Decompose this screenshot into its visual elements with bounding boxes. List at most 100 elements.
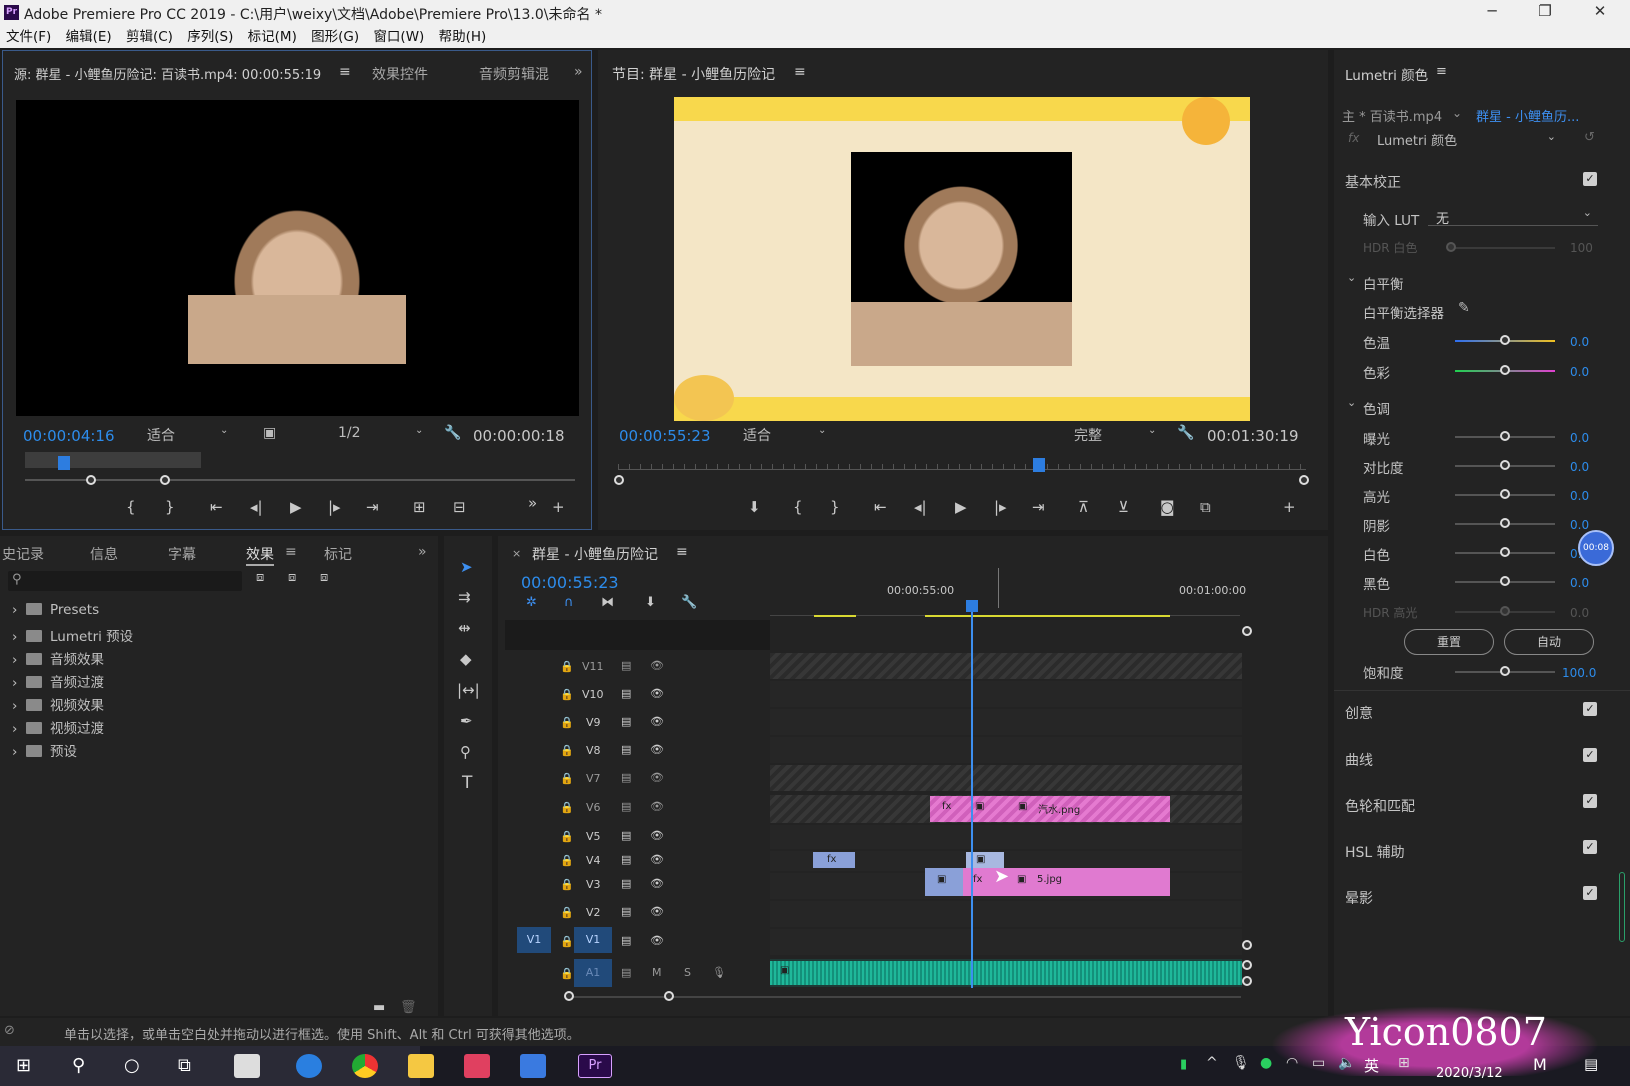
tree-item-custom-presets[interactable]: › 预设 bbox=[12, 740, 77, 760]
selection-tool-icon[interactable]: ➤ bbox=[460, 558, 473, 576]
ime-indicator[interactable]: 英 bbox=[1364, 1055, 1379, 1076]
add-button-icon[interactable]: + bbox=[552, 498, 565, 516]
more-tabs-icon[interactable]: » bbox=[418, 544, 427, 560]
zoom-handle[interactable] bbox=[564, 991, 574, 1001]
basic-correction-checkbox[interactable]: ✓ bbox=[1583, 172, 1597, 186]
tab-effect-controls[interactable]: 效果控件 bbox=[372, 64, 428, 84]
mark-out-icon[interactable]: } bbox=[165, 498, 175, 516]
more-icon[interactable]: » bbox=[528, 494, 537, 512]
go-to-out-icon[interactable]: ⇥ bbox=[366, 498, 379, 516]
menu-help[interactable]: 帮助(H) bbox=[439, 26, 487, 48]
program-current-timecode[interactable]: 00:00:55:23 bbox=[619, 427, 711, 445]
lock-icon[interactable]: 🔒 bbox=[560, 801, 574, 814]
tree-item-audio-effects[interactable]: › 音频效果 bbox=[12, 648, 104, 668]
program-ruler[interactable] bbox=[618, 464, 1306, 470]
eye-icon[interactable]: 👁 bbox=[650, 877, 664, 890]
lumetri-menu-icon[interactable]: ≡ bbox=[1436, 64, 1447, 79]
eye-icon[interactable]: 👁 bbox=[650, 800, 664, 813]
add-marker-icon[interactable]: ⬇ bbox=[748, 498, 761, 516]
source-resolution-select[interactable]: 1/2 bbox=[338, 425, 361, 441]
notification-icon[interactable]: ▤ bbox=[1584, 1055, 1598, 1073]
search-icon[interactable]: ⚲ bbox=[72, 1055, 85, 1076]
saturation-value[interactable]: 100.0 bbox=[1562, 666, 1596, 680]
temperature-value[interactable]: 0.0 bbox=[1570, 335, 1589, 349]
tray-app-icon[interactable]: ● bbox=[1260, 1055, 1272, 1071]
section-creative[interactable]: 创意 bbox=[1345, 703, 1373, 723]
timeline-current-timecode[interactable]: 00:00:55:23 bbox=[521, 573, 619, 592]
slip-tool-icon[interactable]: |↔| bbox=[457, 681, 480, 699]
toggle-sync-icon[interactable]: ▤ bbox=[621, 715, 631, 728]
input-lut-select[interactable]: 无 ⌄ bbox=[1428, 206, 1598, 227]
tint-value[interactable]: 0.0 bbox=[1570, 365, 1589, 379]
tree-item-lumetri-presets[interactable]: › Lumetri 预设 bbox=[12, 625, 133, 645]
mark-out-icon[interactable]: } bbox=[830, 498, 840, 516]
lock-icon[interactable]: 🔒 bbox=[560, 716, 574, 729]
lock-icon[interactable]: 🔒 bbox=[560, 906, 574, 919]
play-icon[interactable]: ▶ bbox=[290, 498, 302, 516]
add-button-icon[interactable]: + bbox=[1283, 498, 1296, 516]
source-zoom-select[interactable]: 适合 bbox=[147, 425, 175, 445]
step-back-icon[interactable]: ◂| bbox=[250, 498, 263, 516]
section-hsl[interactable]: HSL 辅助 bbox=[1345, 842, 1405, 862]
reset-button[interactable]: 重置 bbox=[1404, 629, 1494, 655]
tree-item-presets[interactable]: › Presets bbox=[12, 602, 99, 618]
scroll-handle[interactable] bbox=[1242, 960, 1252, 970]
eye-icon[interactable]: 👁 bbox=[650, 829, 664, 842]
mail-icon[interactable]: M bbox=[1533, 1055, 1547, 1074]
menu-edit[interactable]: 编辑(E) bbox=[66, 26, 112, 48]
pen-tool-icon[interactable]: ✒ bbox=[460, 712, 473, 730]
lock-icon[interactable]: 🔒 bbox=[560, 854, 574, 867]
tree-item-video-transitions[interactable]: › 视频过渡 bbox=[12, 717, 104, 737]
tree-item-video-effects[interactable]: › 视频效果 bbox=[12, 694, 104, 714]
menu-markers[interactable]: 标记(M) bbox=[248, 26, 297, 48]
go-to-in-icon[interactable]: ⇤ bbox=[210, 498, 223, 516]
toggle-sync-icon[interactable]: ▤ bbox=[621, 853, 631, 866]
zoom-handle[interactable] bbox=[614, 475, 624, 485]
eye-icon[interactable]: 👁 bbox=[650, 853, 664, 866]
nest-toggle-icon[interactable]: ✲ bbox=[526, 595, 537, 610]
eye-icon[interactable]: 👁 bbox=[650, 743, 664, 756]
program-zoom-select[interactable]: 适合 bbox=[743, 425, 771, 445]
accelerated-effects-icon[interactable]: ⧈ bbox=[256, 570, 264, 585]
slider-knob[interactable] bbox=[1500, 606, 1510, 616]
eye-icon[interactable]: 👁 bbox=[650, 905, 664, 918]
program-playhead[interactable] bbox=[1033, 458, 1045, 472]
source-patch-v1[interactable]: V1 bbox=[517, 927, 551, 953]
timeline-playhead-head[interactable] bbox=[966, 600, 978, 612]
keyboard-icon[interactable]: ⊞ bbox=[1398, 1055, 1410, 1071]
eyedropper-icon[interactable]: ✎ bbox=[1458, 300, 1470, 316]
eye-icon[interactable]: 👁 bbox=[650, 659, 664, 672]
insert-icon[interactable]: ⊞ bbox=[413, 498, 426, 516]
taskbar-date[interactable]: 2020/3/12 bbox=[1436, 1066, 1503, 1081]
chrome-icon[interactable] bbox=[352, 1054, 378, 1078]
tab-program[interactable]: 节目: 群星 - 小鲤鱼历险记 bbox=[612, 64, 775, 84]
timeline-clip[interactable]: fx bbox=[813, 852, 855, 868]
go-to-out-icon[interactable]: ⇥ bbox=[1032, 498, 1045, 516]
blacks-value[interactable]: 0.0 bbox=[1570, 576, 1589, 590]
more-tabs-icon[interactable]: » bbox=[574, 64, 583, 80]
play-icon[interactable]: ▶ bbox=[955, 498, 967, 516]
exposure-value[interactable]: 0.0 bbox=[1570, 431, 1589, 445]
tab-effects[interactable]: 效果 bbox=[246, 544, 274, 566]
track-label[interactable]: A1 bbox=[574, 959, 612, 987]
solo-icon[interactable]: S bbox=[684, 966, 691, 979]
premiere-taskbar-icon[interactable]: Pr bbox=[578, 1054, 612, 1078]
close-tab-icon[interactable]: × bbox=[512, 547, 521, 560]
creative-checkbox[interactable]: ✓ bbox=[1583, 702, 1597, 716]
menu-file[interactable]: 文件(F) bbox=[6, 26, 51, 48]
source-zoom-bar[interactable] bbox=[25, 479, 575, 481]
zoom-handle[interactable] bbox=[86, 475, 96, 485]
timeline-ruler[interactable] bbox=[770, 600, 1240, 616]
32bit-effects-icon[interactable]: ⧈ bbox=[288, 570, 296, 585]
close-icon[interactable]: ✕ bbox=[1585, 2, 1615, 24]
toggle-sync-icon[interactable]: ▤ bbox=[621, 659, 631, 672]
ripple-edit-tool-icon[interactable]: ⇹ bbox=[458, 619, 471, 637]
eye-icon[interactable]: 👁 bbox=[650, 771, 664, 784]
type-tool-icon[interactable]: T bbox=[462, 773, 472, 793]
program-menu-icon[interactable]: ≡ bbox=[794, 64, 806, 80]
auto-button[interactable]: 自动 bbox=[1504, 629, 1594, 655]
hsl-checkbox[interactable]: ✓ bbox=[1583, 840, 1597, 854]
app-icon[interactable] bbox=[464, 1054, 490, 1078]
toggle-sync-icon[interactable]: ▤ bbox=[621, 877, 631, 890]
shadows-value[interactable]: 0.0 bbox=[1570, 518, 1589, 532]
